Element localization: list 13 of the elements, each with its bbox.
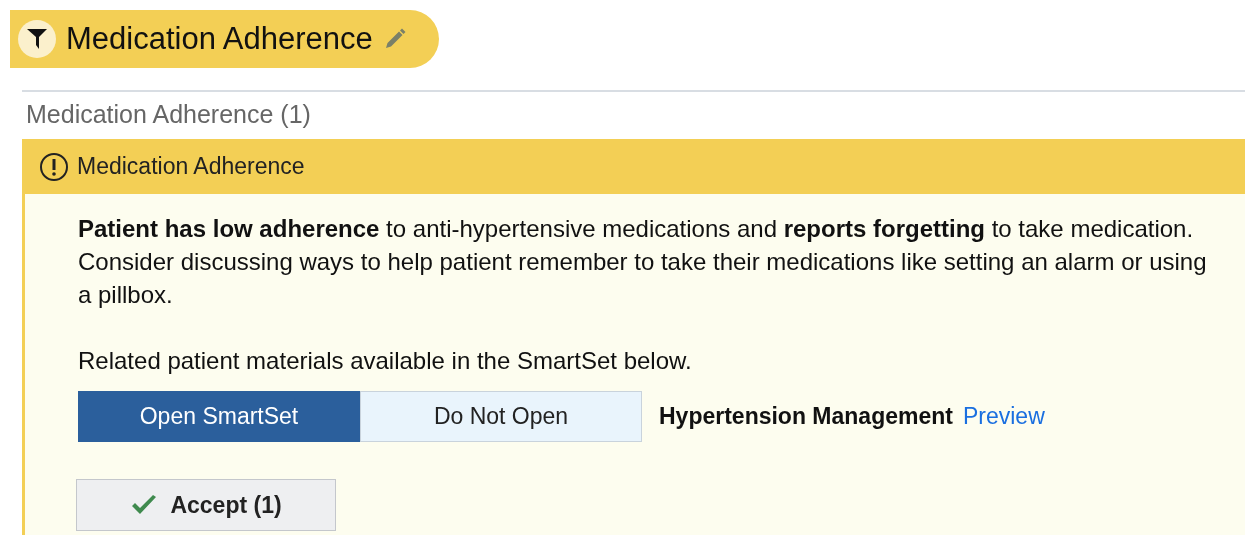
- warning-icon: [39, 151, 69, 182]
- preview-link[interactable]: Preview: [962, 400, 1045, 433]
- toggle-button[interactable]: Do Not Open: [360, 391, 642, 442]
- toggle-button[interactable]: Open SmartSet: [78, 391, 360, 442]
- smartset-name: Hypertension Management: [659, 402, 953, 431]
- alert-title: Medication Adherence: [77, 153, 305, 180]
- accept-button[interactable]: Accept (1): [76, 479, 336, 531]
- note-text: Related patient materials available in the SmartSet below.: [78, 346, 692, 376]
- alert-message: Patient has low adherence to anti-hypertensive medications and reports forgetting to take medication. Consider discussing ways to help patient remember to take their medications like setting an alarm or using a pillbox.: [78, 214, 1208, 310]
- page-title: Medication Adherence: [66, 21, 373, 57]
- filter-icon: [18, 20, 56, 58]
- section-title: Medication Adherence (1): [25, 99, 312, 130]
- check-icon: [130, 494, 159, 516]
